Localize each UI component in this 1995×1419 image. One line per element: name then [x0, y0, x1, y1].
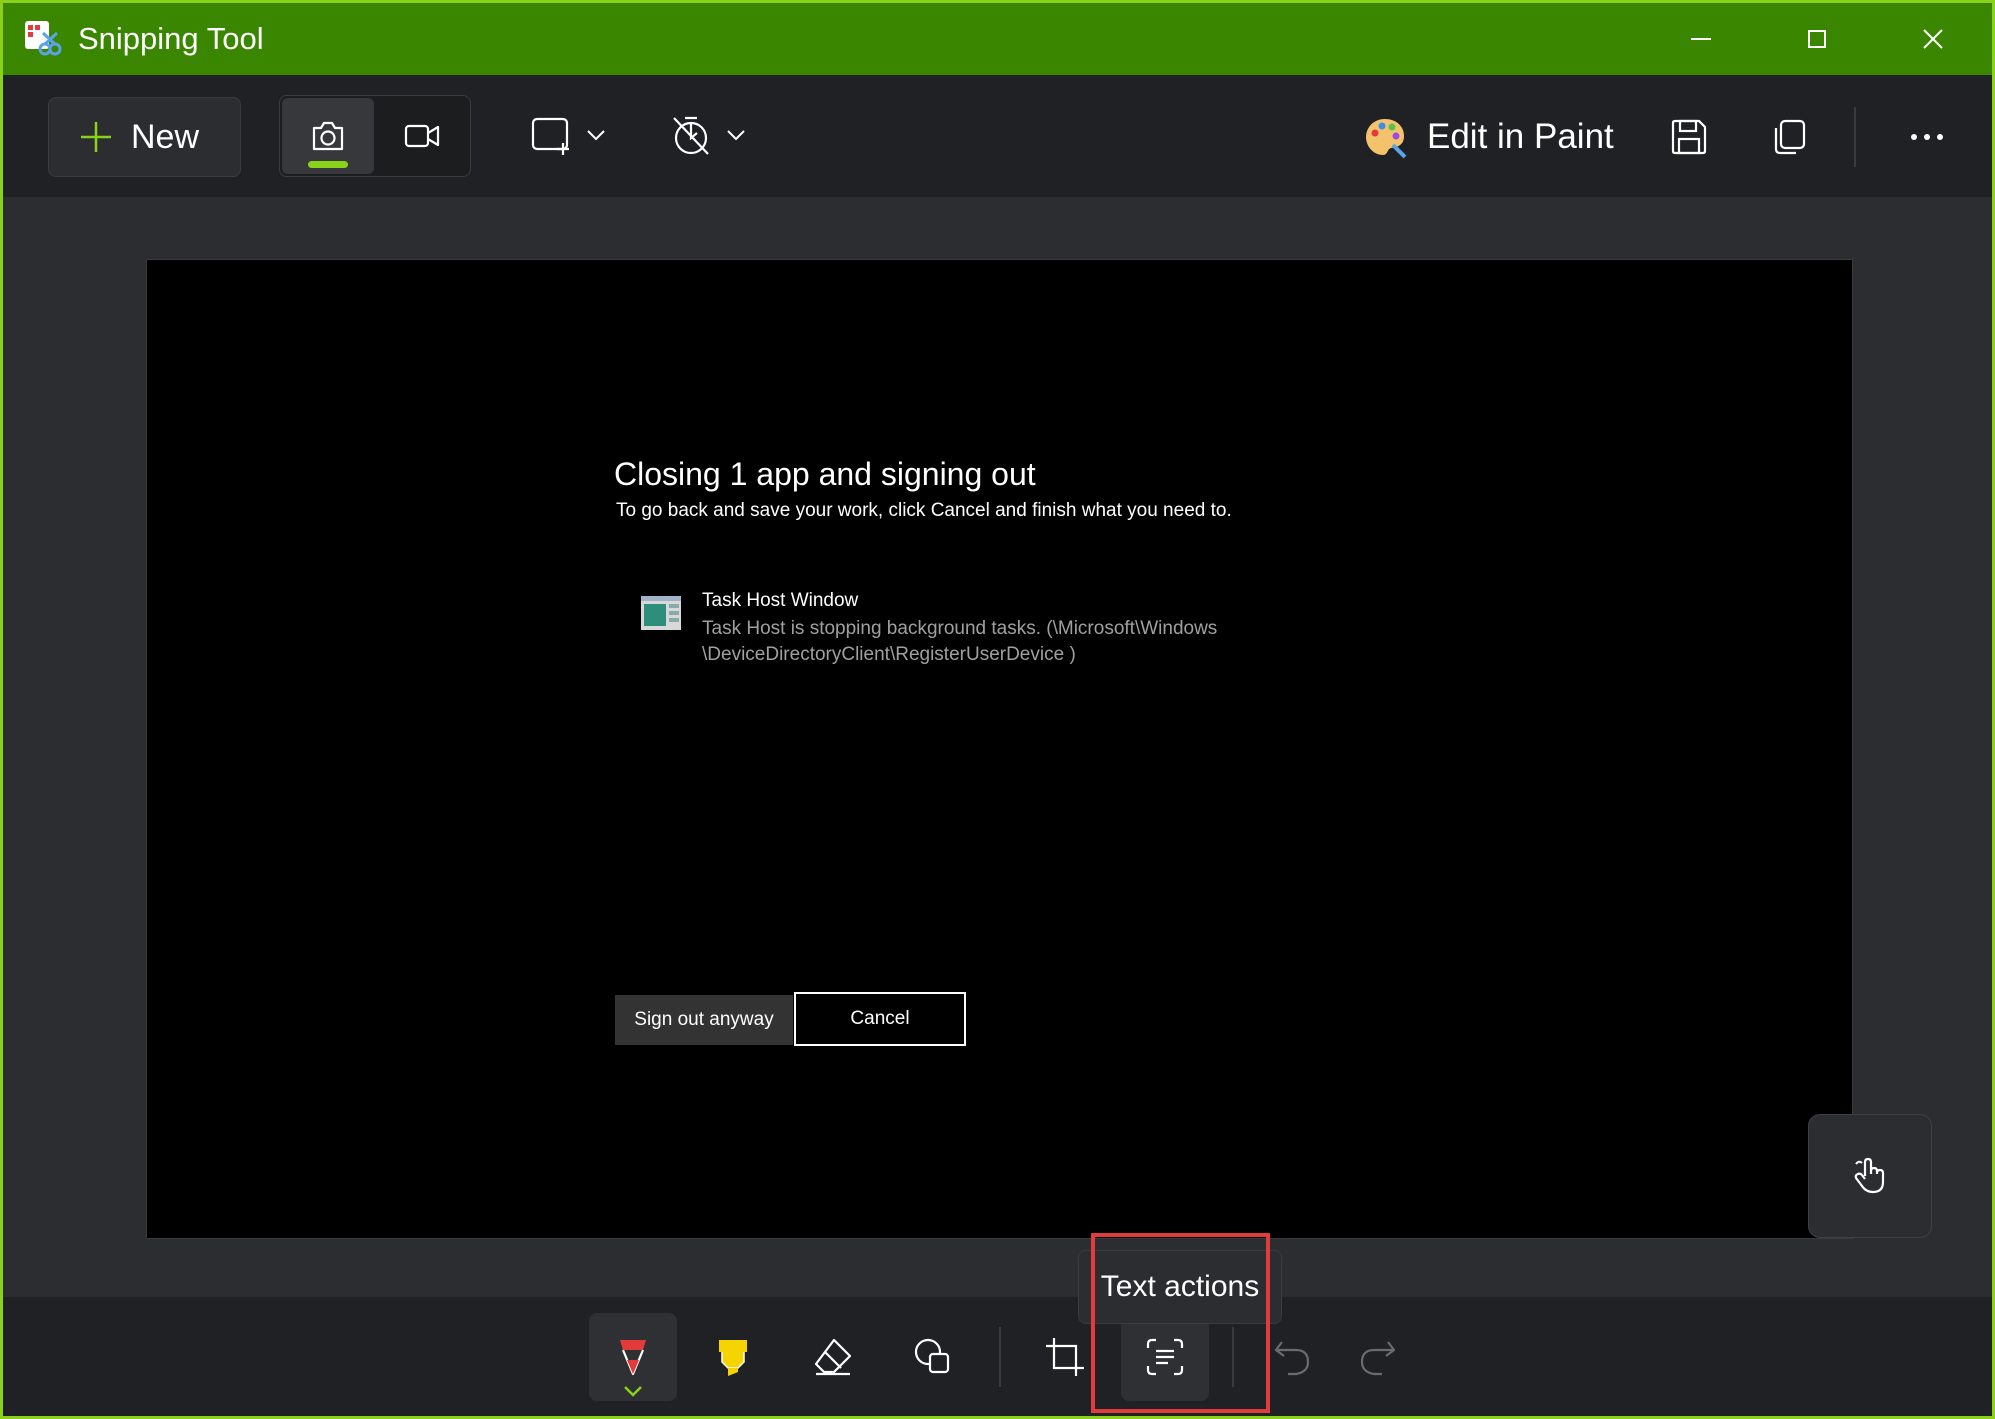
- shapes-button[interactable]: [889, 1313, 977, 1401]
- snip-canvas: Closing 1 app and signing out To go back…: [3, 197, 1992, 1297]
- eraser-button[interactable]: [789, 1313, 877, 1401]
- chevron-down-icon: [727, 130, 745, 141]
- highlighter-icon: [719, 1340, 747, 1376]
- paint-palette-icon: [1366, 119, 1407, 159]
- eraser-icon: [814, 1338, 852, 1376]
- signout-dialog-subtitle: To go back and save your work, click Can…: [616, 500, 1232, 521]
- video-icon: [404, 124, 440, 148]
- sign-out-anyway-button: Sign out anyway: [615, 995, 793, 1045]
- chevron-down-icon: [587, 130, 605, 141]
- close-button[interactable]: [1875, 3, 1991, 75]
- redo-icon: [1360, 1341, 1396, 1376]
- touch-writing-button[interactable]: [1808, 1114, 1932, 1238]
- text-actions-tooltip: Text actions: [1078, 1250, 1282, 1324]
- annotation-toolbar: [3, 1297, 1992, 1416]
- save-icon: [1671, 119, 1707, 155]
- timer-off-icon: [673, 116, 709, 155]
- new-label: New: [131, 117, 200, 156]
- video-mode-button[interactable]: [376, 98, 468, 174]
- undo-icon: [1274, 1341, 1310, 1376]
- new-snip-button[interactable]: New: [48, 97, 241, 177]
- app-item-description-continued: \DeviceDirectoryClient\RegisterUserDevic…: [702, 644, 1076, 665]
- more-options-button[interactable]: [1901, 111, 1953, 163]
- copy-button[interactable]: [1763, 111, 1815, 163]
- plus-icon: [81, 122, 111, 152]
- capture-mode-toggle: [279, 95, 471, 177]
- snipping-tool-app-icon: [25, 21, 62, 56]
- captured-screenshot: Closing 1 app and signing out To go back…: [146, 259, 1853, 1239]
- ballpoint-pen-icon: [620, 1340, 646, 1376]
- minimize-button[interactable]: [1643, 3, 1759, 75]
- main-toolbar: New Edit in Paint: [3, 75, 1992, 197]
- screenshot-mode-button[interactable]: [282, 98, 374, 174]
- shapes-icon: [914, 1338, 950, 1374]
- text-actions-icon: [1146, 1338, 1184, 1376]
- minimize-icon: [1691, 38, 1711, 40]
- rectangle-snip-icon: [531, 117, 569, 155]
- toolbar-divider: [1854, 107, 1856, 167]
- edit-in-paint-label: Edit in Paint: [1427, 117, 1614, 156]
- save-button[interactable]: [1663, 111, 1715, 163]
- active-mode-indicator: [308, 161, 348, 168]
- highlighter-button[interactable]: [689, 1313, 777, 1401]
- toolbar-divider: [999, 1327, 1001, 1387]
- touch-hand-icon: [1854, 1157, 1885, 1194]
- toolbar-divider: [1232, 1327, 1234, 1387]
- snip-shape-dropdown[interactable]: [529, 107, 607, 163]
- close-icon: [1923, 29, 1943, 49]
- ballpoint-pen-button[interactable]: [589, 1313, 677, 1401]
- crop-button[interactable]: [1021, 1313, 1109, 1401]
- crop-icon: [1046, 1338, 1084, 1376]
- maximize-icon: [1808, 30, 1826, 48]
- copy-icon: [1774, 119, 1806, 155]
- signout-dialog-title: Closing 1 app and signing out: [614, 456, 1036, 492]
- chevron-down-icon: [624, 1386, 642, 1397]
- title-bar: Snipping Tool: [3, 3, 1992, 75]
- edit-in-paint-button[interactable]: Edit in Paint: [1363, 111, 1614, 163]
- more-icon: [1911, 134, 1943, 140]
- task-host-app-icon: [641, 596, 681, 630]
- app-item-name: Task Host Window: [702, 590, 859, 611]
- redo-button[interactable]: [1333, 1313, 1421, 1401]
- maximize-button[interactable]: [1759, 3, 1875, 75]
- app-item-description: Task Host is stopping background tasks. …: [702, 618, 1218, 639]
- cancel-button: Cancel: [794, 992, 966, 1046]
- camera-icon: [312, 121, 344, 151]
- text-actions-button[interactable]: [1121, 1313, 1209, 1401]
- window-title: Snipping Tool: [78, 21, 264, 56]
- undo-button[interactable]: [1249, 1313, 1337, 1401]
- delay-timer-dropdown[interactable]: [669, 107, 747, 163]
- snipping-tool-window: Snipping Tool New Edit in Paint Closing …: [0, 0, 1995, 1419]
